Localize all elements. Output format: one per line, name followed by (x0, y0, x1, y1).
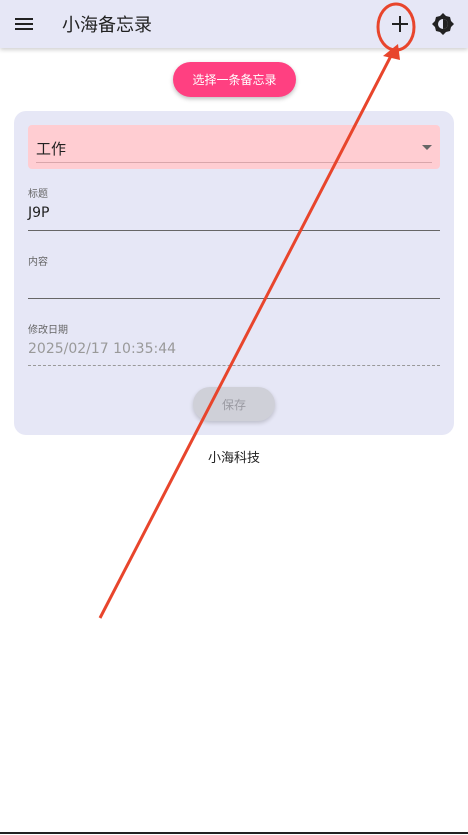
category-dropdown[interactable]: 工作 (28, 125, 440, 169)
category-value: 工作 (36, 140, 67, 158)
title-input[interactable]: J9P (28, 205, 49, 221)
content-label: 内容 (28, 257, 48, 268)
title-underline (28, 230, 440, 231)
menu-icon (15, 18, 33, 30)
content-field[interactable]: 内容 (28, 253, 440, 299)
title-field[interactable]: 标题 J9P (28, 185, 440, 231)
modified-date-underline (28, 365, 440, 366)
content-underline (28, 298, 440, 299)
theme-toggle-button[interactable] (431, 12, 455, 36)
add-memo-button[interactable] (386, 10, 414, 38)
modified-date-value: 2025/02/17 10:35:44 (28, 341, 177, 357)
menu-button[interactable] (12, 12, 36, 36)
footer-company: 小海科技 (207, 451, 260, 466)
app-title: 小海备忘录 (62, 15, 152, 36)
modified-date-field: 修改日期 2025/02/17 10:35:44 (28, 321, 440, 367)
theme-toggle-icon (432, 13, 454, 35)
title-label: 标题 (28, 189, 48, 200)
bottom-divider (0, 832, 468, 834)
chevron-down-icon (422, 145, 432, 150)
select-memo-button[interactable]: 选择一条备忘录 (173, 62, 296, 97)
save-button[interactable]: 保存 (193, 387, 275, 421)
dropdown-underline (36, 162, 432, 163)
memo-edit-card: 工作 标题 J9P 内容 修改日期 2025/02/17 10:35:44 保存 (14, 111, 454, 435)
plus-icon (392, 16, 408, 32)
modified-date-label: 修改日期 (28, 325, 68, 336)
app-bar: 小海备忘录 (0, 0, 468, 48)
